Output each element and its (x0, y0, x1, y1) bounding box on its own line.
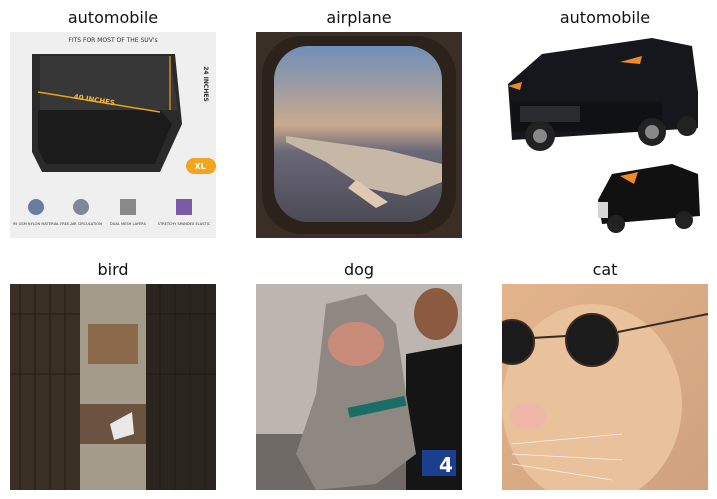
panel-label: automobile (559, 8, 651, 27)
svg-text:STRETCHY SPANDEX ELASTIC: STRETCHY SPANDEX ELASTIC (158, 222, 211, 226)
panel-label: automobile (67, 8, 159, 27)
svg-text:DUAL MESH LAYERS: DUAL MESH LAYERS (110, 222, 147, 226)
panel-image-airplane-window (256, 32, 462, 238)
panel-label: airplane (326, 8, 392, 27)
svg-text:XL: XL (194, 162, 205, 171)
svg-text:95 GSM NYLON MATERIAL: 95 GSM NYLON MATERIAL (13, 222, 59, 226)
panel-image-cat-sunglasses (502, 284, 708, 490)
panel-image-sunshade: FITS FOR MOST OF THE SUV's 40 INCHES 24 … (10, 32, 216, 238)
height-label: 24 INCHES (202, 66, 209, 102)
svg-text:FREE-AIR CIRCULATION: FREE-AIR CIRCULATION (60, 222, 102, 226)
panel-label: bird (97, 260, 129, 279)
panel-image-dog: 4 (256, 284, 462, 490)
header-text: FITS FOR MOST OF THE SUV's (68, 37, 157, 44)
panel-image-covered-suv (502, 32, 708, 238)
svg-text:4: 4 (439, 453, 453, 477)
panel-label: cat (592, 260, 618, 279)
panel-image-cage (10, 284, 216, 490)
panel-label: dog (343, 260, 375, 279)
